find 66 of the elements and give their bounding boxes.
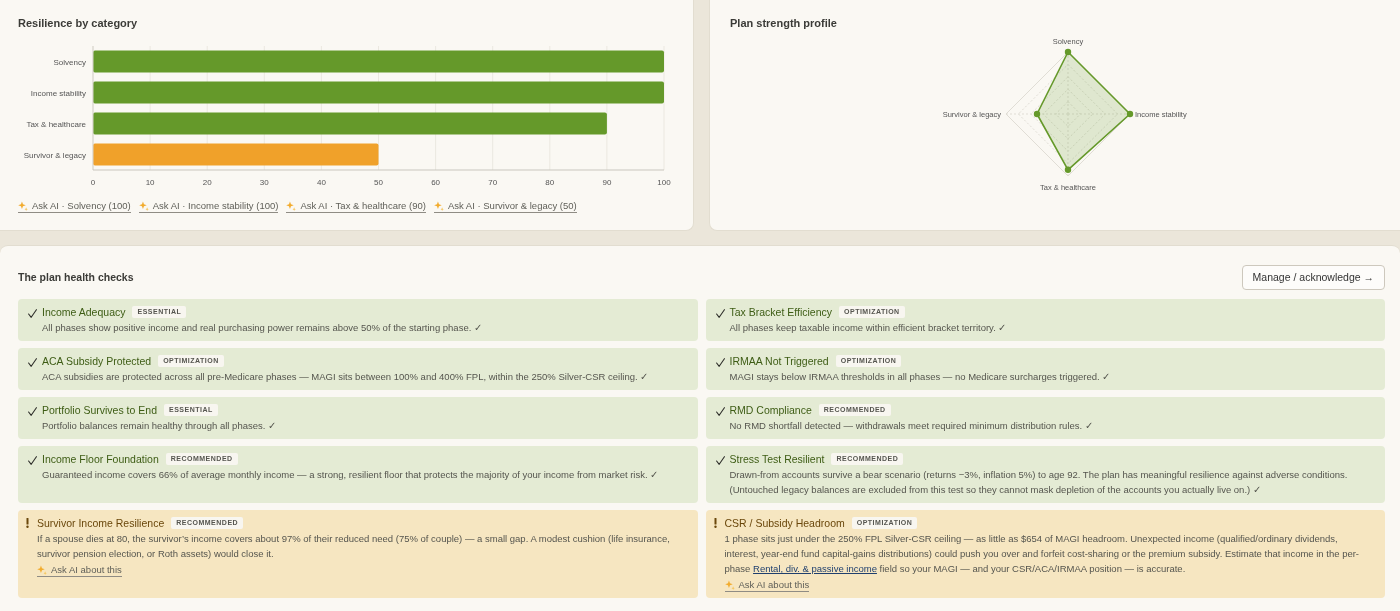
check-title: Portfolio Survives to End [42, 403, 157, 418]
check-icon [28, 358, 37, 367]
check-description: ACA subsidies are protected across all pre-Medicare phases — MAGI sits between 100% and 400% FPL, within the 250% Silver-CSR ceiling. ✓ [42, 370, 649, 384]
check-description: All phases show positive income and real purchasing power remains above 50% of the starting phase. ✓ [42, 321, 482, 335]
ask-ai-link[interactable]: Ask AI about this [724, 578, 810, 592]
sparkle-icon [18, 200, 28, 211]
tick-label: 100 [657, 178, 671, 187]
axis-label: Solvency [53, 57, 86, 67]
check-description: If a spouse dies at 80, the survivor’s income covers about 97% of their reduced need (75% of couple) — a small gap. A modest cushion (life insurance, survivor pension election, or Roth assets) would close it. [37, 532, 671, 561]
check-icon [715, 358, 725, 367]
check-icon [715, 456, 725, 465]
axis-label: Tax & healthcare [26, 119, 86, 129]
check-title: RMD Compliance [729, 403, 812, 418]
ask-ai-link[interactable]: Ask AI about this [37, 563, 122, 577]
card-title: Resilience by category [18, 16, 139, 31]
sparkle-icon [286, 200, 297, 211]
tick-label: 30 [259, 178, 269, 187]
radar-point [1126, 110, 1134, 118]
check-title: Survivor Income Resilience [37, 516, 165, 531]
check-title: ACA Subsidy Protected [42, 354, 152, 369]
check-icon [715, 309, 725, 318]
check-description: Portfolio balances remain healthy through all phases. ✓ [42, 419, 277, 433]
check-title: Income Adequacy [42, 305, 126, 320]
tick-label: 80 [545, 178, 555, 187]
check-icon [28, 456, 37, 465]
radar-point [1064, 166, 1072, 173]
radar-point [1033, 110, 1041, 118]
check-title: IRMAA Not Triggered [729, 354, 829, 369]
check-description: 1 phase sits just under the 250% FPL Silver-CSR ceiling — as little as $654 of MAGI headroom. Unexpected income (qualified/ordinary dividends, interest, year-end fund capital-gains distributions) could push you over and forfeit cost-sharing or the premium subsidy. Estimate that income in the per-phase Rental, div. & passive income field so your MAGI — and your CSR/ACA/IRMAA position — is accurate. [724, 532, 1361, 576]
sparkle-icon [138, 200, 149, 211]
tick-label: 60 [431, 178, 441, 187]
ask-ai-link[interactable]: Ask AI · Income stability (100) [138, 199, 279, 213]
tick-label: 0 [90, 178, 96, 187]
check-description: All phases keep taxable income within efficient bracket territory. ✓ [729, 321, 1007, 335]
sparkle-icon [433, 200, 444, 211]
ask-ai-link[interactable]: Ask AI · Solvency (100) [18, 199, 131, 213]
tick-label: 40 [316, 178, 326, 187]
check-title: Tax Bracket Efficiency [729, 305, 832, 320]
check-description: No RMD shortfall detected — withdrawals meet required minimum distribution rules. ✓ [729, 419, 1093, 433]
inline-link[interactable]: Rental, div. & passive income [753, 563, 877, 574]
check-title: CSR / Subsidy Headroom [724, 516, 845, 531]
ask-ai-link[interactable]: Ask AI · Tax & healthcare (90) [286, 199, 426, 213]
sparkle-icon [724, 579, 735, 590]
section-title: The plan health checks [18, 269, 134, 285]
axis-label: Survivor & legacy [23, 150, 86, 160]
manage-button[interactable]: Manage / acknowledge → [1241, 265, 1385, 290]
check-icon [28, 407, 37, 416]
exclamation-icon [26, 518, 29, 528]
tick-label: 20 [202, 178, 212, 187]
ask-ai-link[interactable]: Ask AI · Survivor & legacy (50) [433, 199, 577, 213]
check-title: Income Floor Foundation [42, 452, 159, 467]
sparkle-icon [37, 564, 47, 575]
check-description: MAGI stays below IRMAA thresholds in all phases — no Medicare surcharges triggered. ✓ [729, 370, 1111, 384]
check-icon [715, 407, 725, 416]
check-title: Stress Test Resilient [729, 452, 825, 467]
check-icon [28, 309, 37, 318]
card-title: Plan strength profile [730, 16, 838, 31]
radar-point [1064, 48, 1072, 56]
tick-label: 50 [374, 178, 383, 187]
check-description: Guaranteed income covers 66% of average monthly income — a strong, resilient floor that protects the majority of your income from market risk. ✓ [42, 468, 659, 482]
tick-label: 90 [602, 178, 612, 187]
tick-label: 10 [145, 178, 155, 187]
tick-label: 70 [488, 178, 498, 187]
axis-label: Income stability [30, 88, 86, 98]
check-description: Drawn-from accounts survive a bear scenario (returns −3%, inflation 5%) to age 92. The plan has meaningful resilience against adverse conditions. (Untouched legacy balances are excluded from this test so they cannot mask depletion of the accounts you actually live on.) ✓ [729, 468, 1349, 497]
exclamation-icon [713, 518, 717, 528]
